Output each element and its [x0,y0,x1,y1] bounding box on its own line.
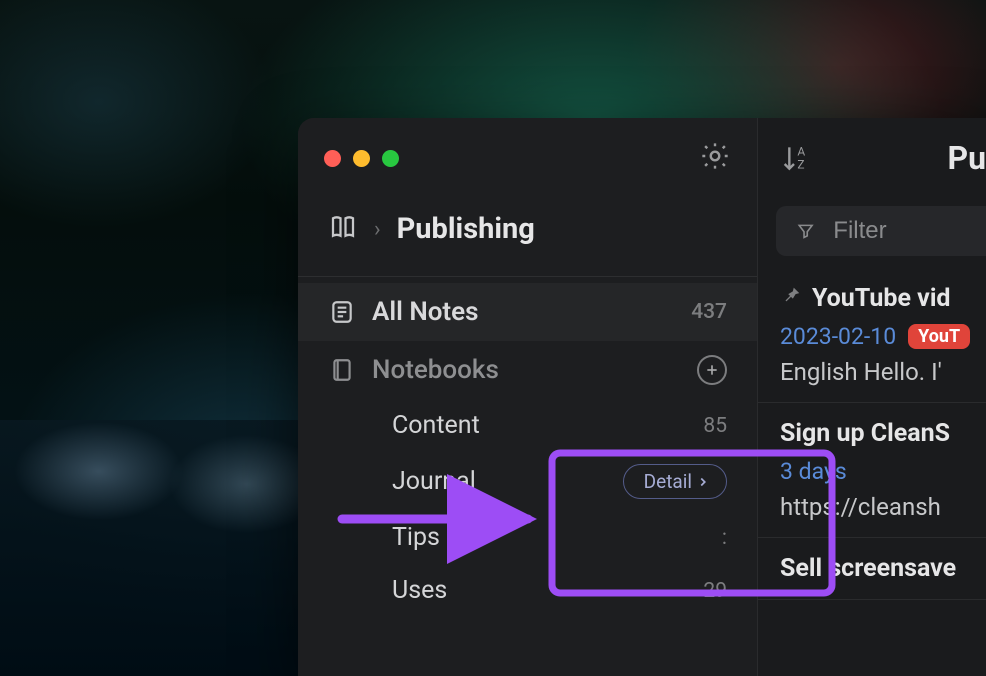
note-date: 2023-02-10 [780,323,896,350]
svg-text:A: A [797,144,805,158]
notebook-count: 85 [703,414,727,438]
notebook-item-tips[interactable]: Tips : [348,511,757,564]
note-count: 437 [691,300,727,324]
note-preview: English Hello. I' [780,358,986,386]
content-column: A Z Pu YouTube vid 2023-02 [758,118,986,676]
notebook-item-journal[interactable]: Journal Detail [348,452,757,511]
filter-input[interactable] [833,217,986,245]
chevron-right-icon [696,475,710,489]
add-notebook-button[interactable] [697,355,727,385]
window-minimize-button[interactable] [353,150,370,167]
content-header: A Z Pu [758,118,986,198]
nav-section: All Notes 437 Notebooks [298,277,757,617]
note-item[interactable]: Sell screensave [758,538,986,600]
nav-all-notes[interactable]: All Notes 437 [298,283,757,341]
note-title-text: Sign up CleanS [780,419,950,448]
pin-icon [780,284,802,313]
nav-label: Notebooks [372,355,499,385]
settings-button[interactable] [699,140,731,176]
book-icon [328,357,356,383]
detail-label: Detail [644,470,692,493]
gear-icon [699,140,731,172]
content-title: Pu [947,139,986,177]
nav-notebooks-header[interactable]: Notebooks [298,341,757,399]
window-controls [324,150,399,167]
breadcrumb-title: Publishing [397,212,535,246]
notebook-label: Content [392,411,480,440]
notebook-item-content[interactable]: Content 85 [348,399,757,452]
notebook-label: Journal [392,467,476,496]
note-title-text: Sell screensave [780,554,956,583]
window-maximize-button[interactable] [382,150,399,167]
titlebar [298,118,757,198]
notebook-count: 29 [703,579,727,603]
note-date: 3 days [780,458,847,485]
sort-az-icon: A Z [780,142,812,174]
window-close-button[interactable] [324,150,341,167]
notebook-label: Tips [392,523,440,552]
plus-icon [704,362,720,378]
breadcrumb[interactable]: › Publishing [298,198,757,277]
note-list: YouTube vid 2023-02-10 YouT English Hell… [758,268,986,600]
filter-bar[interactable] [776,206,986,256]
note-preview: https://cleansh [780,493,986,521]
sidebar: › Publishing All Notes 437 [298,118,758,676]
notebook-count: : [722,526,727,550]
app-window: › Publishing All Notes 437 [298,118,986,676]
funnel-icon [796,219,815,243]
note-tag: YouT [908,324,970,349]
nav-label: All Notes [372,297,479,327]
svg-text:Z: Z [797,158,804,172]
notebook-list: Content 85 Journal Detail Tips : Uses 2 [298,399,757,617]
note-item[interactable]: YouTube vid 2023-02-10 YouT English Hell… [758,268,986,403]
sort-button[interactable]: A Z [780,142,812,174]
notebook-detail-button[interactable]: Detail [623,464,727,499]
notebook-icon [328,212,358,246]
notebook-label: Uses [392,576,447,605]
notebook-item-uses[interactable]: Uses 29 [348,564,757,617]
note-title-text: YouTube vid [812,284,951,313]
notes-icon [328,299,356,325]
chevron-right-icon: › [374,217,381,242]
note-item[interactable]: Sign up CleanS 3 days https://cleansh [758,403,986,538]
